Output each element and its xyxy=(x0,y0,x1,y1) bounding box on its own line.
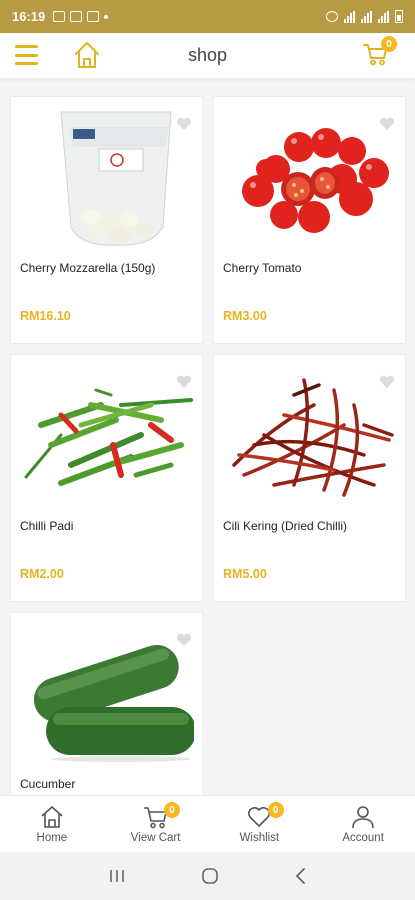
battery-icon xyxy=(395,10,403,23)
product-price: RM2.00 xyxy=(20,567,64,581)
nav-wishlist-label: Wishlist xyxy=(239,832,280,844)
product-card[interactable]: Chilli Padi RM2.00 xyxy=(10,354,203,602)
cart-count-badge: 0 xyxy=(163,802,180,818)
chilli-image xyxy=(21,365,194,505)
nav-home-label: Home xyxy=(36,832,68,844)
back-icon[interactable] xyxy=(294,867,308,885)
nav-account-label: Account xyxy=(342,832,384,844)
system-navigation-bar xyxy=(0,852,415,900)
status-bar: 16:19 xyxy=(0,0,415,33)
nav-wishlist[interactable]: Wishlist 0 xyxy=(208,796,312,852)
home-icon xyxy=(41,806,63,828)
product-name: Cucumber xyxy=(20,777,76,791)
product-card[interactable]: Cherry Tomato RM3.00 xyxy=(213,96,406,344)
signal-icon xyxy=(344,10,355,23)
product-grid: Cherry Mozzarella (150g) RM16.10 Cherry … xyxy=(10,96,406,860)
signal-3-icon xyxy=(378,10,389,23)
product-card[interactable]: Cili Kering (Dried Chilli) RM5.00 xyxy=(213,354,406,602)
nav-home[interactable]: Home xyxy=(0,796,104,852)
product-price: RM16.10 xyxy=(20,309,71,323)
app-header: shop 0 xyxy=(0,33,415,79)
status-time: 16:19 xyxy=(12,9,46,24)
more-notifications-icon xyxy=(104,14,109,19)
nav-view-cart-label: View Cart xyxy=(130,832,181,844)
system-icons xyxy=(326,10,403,23)
tomato-image xyxy=(224,107,397,247)
cart-button[interactable]: 0 xyxy=(363,36,397,67)
home-button-icon[interactable] xyxy=(201,867,219,885)
nav-view-cart[interactable]: View Cart 0 xyxy=(104,796,208,852)
mozzarella-image xyxy=(21,107,194,247)
cart-count-badge: 0 xyxy=(381,36,397,52)
signal-2-icon xyxy=(361,10,372,23)
recent-apps-icon[interactable] xyxy=(108,868,126,884)
product-name: Cili Kering (Dried Chilli) xyxy=(223,519,348,533)
product-card[interactable]: Cherry Mozzarella (150g) RM16.10 xyxy=(10,96,203,344)
cucumber-image xyxy=(21,623,194,763)
user-icon xyxy=(352,806,374,829)
app-notification-icon xyxy=(87,11,100,22)
product-price: RM5.00 xyxy=(223,567,267,581)
product-price: RM3.00 xyxy=(223,309,267,323)
page-title: shop xyxy=(187,45,228,65)
product-name: Chilli Padi xyxy=(20,519,74,533)
product-name: Cherry Tomato xyxy=(223,261,302,275)
image-notification-icon xyxy=(53,11,66,22)
nav-account[interactable]: Account xyxy=(311,796,415,852)
monitor-notification-icon xyxy=(70,11,83,22)
bottom-navigation: Home View Cart 0 Wishlist 0 Account xyxy=(0,795,415,852)
dried-chilli-image xyxy=(224,365,397,505)
alarm-icon xyxy=(326,11,338,22)
notification-icons xyxy=(53,11,109,22)
product-name: Cherry Mozzarella (150g) xyxy=(20,261,156,275)
wishlist-count-badge: 0 xyxy=(267,802,284,818)
